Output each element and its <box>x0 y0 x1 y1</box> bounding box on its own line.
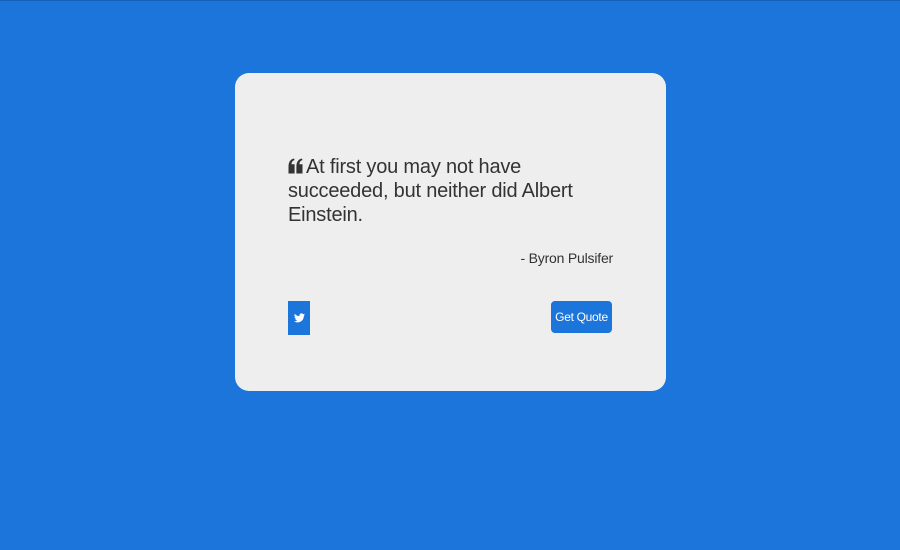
quote-left-icon <box>288 158 303 174</box>
quote-text-block: At first you may not have succeeded, but… <box>288 155 618 227</box>
top-border <box>0 0 900 1</box>
quote-text: At first you may not have succeeded, but… <box>288 156 573 226</box>
tweet-quote-button[interactable] <box>288 301 310 335</box>
twitter-icon <box>293 313 305 323</box>
quote-box: At first you may not have succeeded, but… <box>235 73 666 391</box>
quote-author: - Byron Pulsifer <box>520 250 614 266</box>
get-quote-button[interactable]: Get Quote <box>551 301 612 333</box>
